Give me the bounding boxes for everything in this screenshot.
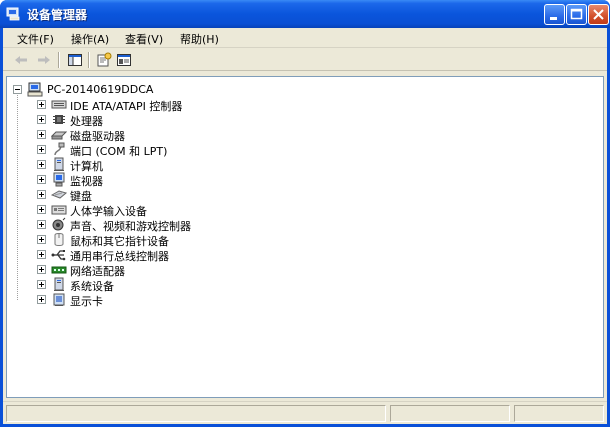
maximize-button[interactable] bbox=[566, 4, 587, 25]
expand-toggle[interactable] bbox=[37, 280, 46, 289]
tree-node[interactable]: 磁盘驱动器 bbox=[7, 127, 407, 143]
expand-toggle[interactable] bbox=[37, 100, 46, 109]
menu-action[interactable]: 操作(A) bbox=[71, 31, 109, 47]
properties-icon[interactable] bbox=[96, 52, 112, 68]
computer-root-icon bbox=[27, 82, 43, 97]
tree-node[interactable]: 键盘 bbox=[7, 187, 407, 203]
back-arrow-icon[interactable] bbox=[13, 52, 29, 68]
maximize-icon bbox=[570, 8, 583, 20]
tree-root[interactable]: PC-20140619DDCA bbox=[13, 82, 313, 97]
disk-drive-icon bbox=[51, 131, 67, 140]
menu-bar: 文件(F) 操作(A) 查看(V) 帮助(H) bbox=[3, 28, 607, 48]
toolbar bbox=[3, 49, 607, 71]
device-manager-icon bbox=[6, 7, 20, 21]
computer-icon bbox=[54, 157, 64, 171]
expand-toggle[interactable] bbox=[37, 220, 46, 229]
sound-icon bbox=[52, 217, 66, 231]
expand-toggle[interactable] bbox=[37, 190, 46, 199]
expand-toggle[interactable] bbox=[37, 130, 46, 139]
status-pane-main bbox=[6, 405, 386, 422]
root-label: PC-20140619DDCA bbox=[47, 83, 154, 96]
display-adapter-icon bbox=[53, 293, 65, 306]
window-title: 设备管理器 bbox=[27, 8, 88, 22]
tree-node[interactable]: 端口 (COM 和 LPT) bbox=[7, 142, 407, 158]
tree-node[interactable]: 系统设备 bbox=[7, 277, 407, 293]
expand-toggle[interactable] bbox=[37, 295, 46, 304]
menu-help[interactable]: 帮助(H) bbox=[180, 31, 219, 47]
tree-node[interactable]: 通用串行总线控制器 bbox=[7, 247, 407, 263]
expand-toggle[interactable] bbox=[37, 115, 46, 124]
console-window-icon[interactable] bbox=[116, 52, 132, 68]
expand-toggle[interactable] bbox=[37, 145, 46, 154]
status-pane-2 bbox=[390, 405, 510, 422]
close-button[interactable] bbox=[588, 4, 609, 25]
processor-icon bbox=[53, 115, 65, 124]
hid-icon bbox=[51, 205, 67, 215]
device-tree[interactable]: PC-20140619DDCA IDE ATA/ATAPI 控制器 处理器 磁盘驱动… bbox=[6, 76, 604, 398]
tree-node[interactable]: IDE ATA/ATAPI 控制器 bbox=[7, 97, 407, 113]
status-bar bbox=[3, 401, 607, 424]
mouse-icon bbox=[54, 233, 64, 246]
tree-node[interactable]: 网络适配器 bbox=[7, 262, 407, 278]
expand-toggle[interactable] bbox=[37, 235, 46, 244]
keyboard-icon bbox=[51, 190, 67, 199]
monitor-icon bbox=[53, 172, 65, 187]
menu-file[interactable]: 文件(F) bbox=[17, 31, 54, 47]
expand-toggle[interactable] bbox=[37, 265, 46, 274]
tree-node[interactable]: 声音、视频和游戏控制器 bbox=[7, 217, 407, 233]
tree-node-label: 显示卡 bbox=[70, 295, 103, 308]
minimize-icon bbox=[550, 17, 557, 20]
toolbar-separator bbox=[88, 52, 90, 68]
network-adapter-icon bbox=[51, 266, 67, 274]
expand-toggle[interactable] bbox=[37, 175, 46, 184]
expand-toggle[interactable] bbox=[37, 160, 46, 169]
tree-node[interactable]: 处理器 bbox=[7, 112, 407, 128]
port-icon bbox=[54, 142, 65, 156]
collapse-toggle[interactable] bbox=[13, 85, 22, 94]
title-bar[interactable]: 设备管理器 bbox=[0, 0, 610, 28]
tree-node[interactable]: 监视器 bbox=[7, 172, 407, 188]
minimize-button[interactable] bbox=[544, 4, 565, 25]
menu-view[interactable]: 查看(V) bbox=[125, 31, 163, 47]
tree-node[interactable]: 鼠标和其它指针设备 bbox=[7, 232, 407, 248]
tree-node[interactable]: 人体学输入设备 bbox=[7, 202, 407, 218]
ide-controller-icon bbox=[51, 100, 67, 109]
device-manager-window: 设备管理器 文件(F) 操作(A) 查看(V) 帮助(H) PC-2014061… bbox=[0, 0, 610, 427]
show-hide-tree-icon[interactable] bbox=[67, 52, 83, 68]
forward-arrow-icon[interactable] bbox=[36, 52, 52, 68]
tree-node[interactable]: 计算机 bbox=[7, 157, 407, 173]
usb-icon bbox=[51, 250, 66, 261]
status-pane-3 bbox=[514, 405, 604, 422]
close-icon bbox=[593, 9, 604, 20]
tree-node[interactable]: 显示卡 bbox=[7, 292, 407, 308]
expand-toggle[interactable] bbox=[37, 205, 46, 214]
system-device-icon bbox=[54, 277, 64, 291]
toolbar-separator bbox=[58, 52, 60, 68]
expand-toggle[interactable] bbox=[37, 250, 46, 259]
